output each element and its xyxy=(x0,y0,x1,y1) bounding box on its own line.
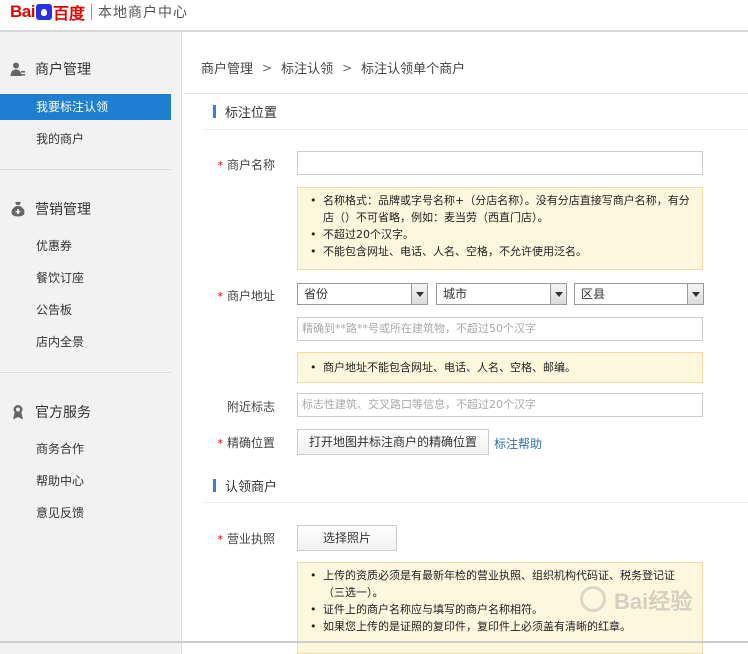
sidebar-item-bulletin[interactable]: 公告板 xyxy=(0,297,171,323)
badge-icon xyxy=(13,405,23,420)
section-title-claim: 认领商户 xyxy=(213,476,277,495)
sidebar-item-panorama[interactable]: 店内全景 xyxy=(0,329,171,355)
section-title-text: 标注位置 xyxy=(225,106,278,121)
breadcrumb-item[interactable]: 标注认领 xyxy=(281,58,333,77)
header: Bai 百度 本地商户中心 xyxy=(0,0,748,32)
breadcrumb-current: 标注认领单个商户 xyxy=(361,62,466,77)
required-marker: * xyxy=(217,533,223,546)
money-bag-icon xyxy=(11,202,25,217)
required-marker: * xyxy=(217,437,223,450)
logo-subtitle: 本地商户中心 xyxy=(97,5,188,21)
section-title-location: 标注位置 xyxy=(213,102,277,121)
tip-item: 商户地址不能包含网址、电话、人名、空格、邮编。 xyxy=(310,359,692,376)
breadcrumb-item[interactable]: 商户管理 xyxy=(201,58,253,77)
required-marker: * xyxy=(217,290,223,303)
sidebar-group-marketing: 营销管理 xyxy=(10,197,91,221)
section-divider xyxy=(203,502,748,503)
logo-du-text: 百度 xyxy=(52,4,85,23)
sidebar-item-my-merchants[interactable]: 我的商户 xyxy=(0,126,171,152)
main-content: 商户管理 > 标注认领 > 标注认领单个商户 标注位置 *商户名称 名称格式：品… xyxy=(183,32,748,654)
landmark-input[interactable]: 标志性建筑、交叉路口等信息，不超过20个汉字 xyxy=(297,393,703,417)
license-label-text: 营业执照 xyxy=(226,532,275,546)
sidebar: 商户管理 我要标注认领 我的商户 营销管理 优惠券 餐饮订座 公告板 店内全景 … xyxy=(0,32,182,654)
sidebar-group-title: 官方服务 xyxy=(35,405,91,421)
city-select-value: 城市 xyxy=(443,287,468,301)
location-label: * 精确位置 xyxy=(183,434,275,451)
address-label: * 商户地址 xyxy=(183,287,275,304)
tip-item: 不超过20个汉字。 xyxy=(310,226,692,243)
select-photo-button[interactable]: 选择照片 xyxy=(297,525,397,551)
paw-icon xyxy=(35,4,52,20)
sidebar-item-help[interactable]: 帮助中心 xyxy=(0,468,171,494)
watermark: Bai经验 xyxy=(580,580,720,620)
tip-item: 名称格式：品牌或字号名称+（分店名称）。没有分店直接写商户名称，有分店（）不可省… xyxy=(310,192,692,226)
sidebar-group-title: 商户管理 xyxy=(35,62,91,78)
merchant-name-label-text: 商户名称 xyxy=(226,158,275,172)
sidebar-item-coupons[interactable]: 优惠券 xyxy=(0,233,171,259)
user-icon xyxy=(10,62,25,76)
section-bar xyxy=(213,105,216,118)
province-select-value: 省份 xyxy=(304,287,329,301)
watermark-text: Bai经验 xyxy=(614,589,693,614)
sidebar-group-merchant: 商户管理 xyxy=(10,57,91,81)
chevron-down-icon[interactable] xyxy=(411,284,427,304)
bottom-border xyxy=(0,641,748,643)
required-marker: * xyxy=(217,159,223,172)
merchant-name-label: * 商户名称 xyxy=(183,156,275,173)
baidu-logo[interactable]: Bai 百度 本地商户中心 xyxy=(10,2,188,23)
sidebar-item-mark-claim[interactable]: 我要标注认领 xyxy=(0,94,171,120)
chevron-right-icon: > xyxy=(342,60,353,75)
chevron-right-icon: > xyxy=(262,60,273,75)
landmark-label: 附近标志 xyxy=(226,400,275,414)
section-divider xyxy=(203,129,748,130)
chevron-down-icon[interactable] xyxy=(550,284,566,304)
sidebar-item-dining-reservation[interactable]: 餐饮订座 xyxy=(0,265,171,291)
address-input[interactable]: 精确到**路**号或所在建筑物，不超过50个汉字 xyxy=(297,317,703,341)
license-label: * 营业执照 xyxy=(183,530,275,547)
location-label-text: 精确位置 xyxy=(226,436,275,450)
sidebar-group-official: 官方服务 xyxy=(10,400,91,424)
district-select[interactable]: 区县 xyxy=(574,283,704,305)
tip-item: 不能包含网址、电话、人名、空格，不允许使用泛名。 xyxy=(310,243,692,260)
sidebar-divider xyxy=(0,372,171,373)
sidebar-divider xyxy=(0,169,171,170)
section-bar xyxy=(213,479,216,492)
help-link[interactable]: 标注帮助 xyxy=(494,435,542,452)
sidebar-group-title: 营销管理 xyxy=(35,202,91,218)
sidebar-item-business[interactable]: 商务合作 xyxy=(0,436,171,462)
section-title-text: 认领商户 xyxy=(225,480,278,495)
logo-bai-text: Bai xyxy=(10,2,35,21)
district-select-value: 区县 xyxy=(581,287,606,301)
tip-item: 如果您上传的是证照的复印件，复印件上必须盖有清晰的红章。 xyxy=(310,618,692,635)
breadcrumb: 商户管理 > 标注认领 > 标注认领单个商户 xyxy=(201,58,466,78)
city-select[interactable]: 城市 xyxy=(436,283,567,305)
breadcrumb-divider xyxy=(183,93,748,94)
merchant-name-tips: 名称格式：品牌或字号名称+（分店名称）。没有分店直接写商户名称，有分店（）不可省… xyxy=(297,187,703,270)
merchant-name-input[interactable] xyxy=(297,151,703,175)
chevron-down-icon[interactable] xyxy=(687,284,703,304)
sidebar-item-feedback[interactable]: 意见反馈 xyxy=(0,500,171,526)
logo-separator xyxy=(90,4,92,20)
province-select[interactable]: 省份 xyxy=(297,283,428,305)
open-map-button[interactable]: 打开地图并标注商户的精确位置 xyxy=(297,429,489,455)
address-label-text: 商户地址 xyxy=(226,289,275,303)
watermark-paw-icon xyxy=(580,586,606,612)
address-tips: 商户地址不能包含网址、电话、人名、空格、邮编。 xyxy=(297,352,703,383)
